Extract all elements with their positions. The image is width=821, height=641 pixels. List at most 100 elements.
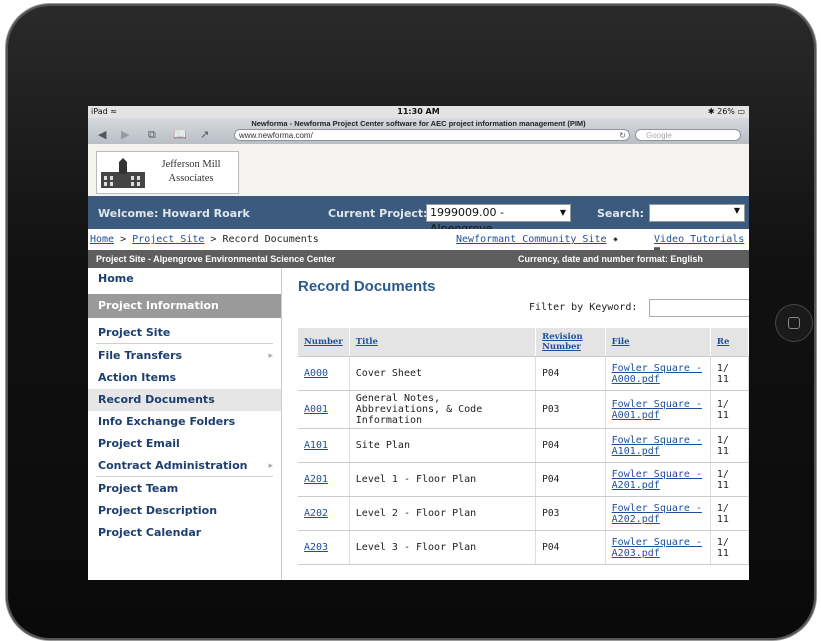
google-search-input[interactable]: Google [635, 129, 741, 141]
sidebar-item-home[interactable]: Home [88, 268, 281, 290]
cell-number: A202 [298, 496, 350, 531]
breadcrumb-project-site[interactable]: Project Site [132, 234, 204, 245]
current-project-label: Current Project: [328, 207, 428, 220]
cell-file: Fowler Square - A203.pdf [605, 530, 711, 565]
chevron-right-icon: ▸ [268, 461, 273, 471]
sidebar-item-project-calendar[interactable]: Project Calendar [88, 522, 281, 544]
documents-table: Number Title Revision Number File Re A00… [298, 328, 749, 565]
home-button[interactable] [775, 304, 813, 342]
cell-file: Fowler Square - A202.pdf [605, 496, 711, 531]
cell-title: Level 1 - Floor Plan [349, 462, 537, 497]
table-row: A203 Level 3 - Floor Plan P04 Fowler Squ… [298, 530, 749, 565]
file-link[interactable]: Fowler Square - A000.pdf [612, 363, 702, 385]
sidebar-item-info-exchange-folders[interactable]: Info Exchange Folders [88, 411, 281, 433]
cell-title: General Notes, Abbreviations, & Code Inf… [349, 390, 537, 429]
sidebar-item-file-transfers[interactable]: File Transfers ▸ [88, 345, 281, 367]
filter-keyword-input[interactable] [649, 299, 749, 317]
cell-revision: P04 [535, 530, 606, 565]
welcome-bar: Welcome: Howard Roark Current Project: 1… [88, 196, 749, 235]
col-received[interactable]: Re [710, 328, 749, 357]
mill-building-icon [101, 158, 145, 188]
battery-indicator: ✱ 26% ▭ [707, 107, 745, 116]
sidebar-item-project-team[interactable]: Project Team [88, 478, 281, 500]
cell-title: Level 2 - Floor Plan [349, 496, 537, 531]
sidebar-item-action-items[interactable]: Action Items [88, 367, 281, 389]
page-title: Newforma - Newforma Project Center softw… [251, 119, 586, 128]
table-row: A201 Level 1 - Floor Plan P04 Fowler Squ… [298, 462, 749, 497]
breadcrumb-home[interactable]: Home [90, 234, 114, 245]
format-info: Currency, date and number format: Englis… [518, 254, 703, 264]
file-link[interactable]: Fowler Square - A202.pdf [612, 503, 702, 525]
cell-revision: P04 [535, 462, 606, 497]
cell-received: 1/ 11 [710, 356, 749, 391]
pages-icon[interactable]: ⧉ [148, 129, 156, 141]
sidebar-section-project-information: Project Information [88, 294, 281, 318]
filter-label: Filter by Keyword: [529, 302, 638, 313]
document-number-link[interactable]: A000 [304, 368, 328, 379]
battery-icon: ▭ [737, 107, 745, 116]
table-row: A202 Level 2 - Floor Plan P03 Fowler Squ… [298, 496, 749, 531]
bluetooth-icon: ✱ [707, 107, 715, 116]
back-icon[interactable]: ◀ [98, 129, 106, 141]
cell-file: Fowler Square - A201.pdf [605, 462, 711, 497]
table-header-row: Number Title Revision Number File Re [298, 328, 749, 357]
cell-revision: P03 [535, 390, 606, 429]
sidebar: Home Project Information Project Site Fi… [88, 268, 282, 580]
cell-number: A101 [298, 428, 350, 463]
sidebar-item-project-description[interactable]: Project Description [88, 500, 281, 522]
ipad-screen: iPad ≈ 11:30 AM ✱ 26% ▭ Newforma - Newfo… [88, 106, 749, 580]
bookmarks-icon[interactable]: 📖 [173, 129, 187, 141]
community-site-link-wrap: Newformant Community Site ✷ [456, 234, 619, 245]
chevron-down-icon: ▼ [559, 208, 566, 217]
file-link[interactable]: Fowler Square - A001.pdf [612, 399, 702, 421]
chevron-right-icon: ▸ [268, 351, 273, 361]
cell-received: 1/ 11 [710, 462, 749, 497]
document-number-link[interactable]: A201 [304, 474, 328, 485]
cell-number: A203 [298, 530, 350, 565]
browser-chrome: Newforma - Newforma Project Center softw… [88, 118, 749, 145]
url-field[interactable]: www.newforma.com/↻ [234, 129, 630, 141]
reload-icon[interactable]: ↻ [619, 130, 626, 142]
logo-text: Jefferson Mill Associates [161, 159, 221, 184]
document-number-link[interactable]: A101 [304, 440, 328, 451]
col-number[interactable]: Number [298, 328, 350, 357]
document-number-link[interactable]: A203 [304, 542, 328, 553]
cell-received: 1/ 11 [710, 496, 749, 531]
table-row: A000 Cover Sheet P04 Fowler Square - A00… [298, 356, 749, 391]
project-site-title: Project Site - Alpengrove Environmental … [96, 254, 336, 264]
main-content: Record Documents Filter by Keyword: Numb… [282, 268, 749, 580]
cell-number: A000 [298, 356, 350, 391]
sidebar-item-contract-administration[interactable]: Contract Administration ▸ [88, 455, 281, 477]
page-heading: Record Documents [298, 278, 436, 295]
status-bar: iPad ≈ 11:30 AM ✱ 26% ▭ [88, 106, 749, 118]
sidebar-item-record-documents[interactable]: Record Documents [88, 389, 281, 411]
search-label: Search: [597, 207, 644, 220]
project-site-bar: Project Site - Alpengrove Environmental … [88, 250, 749, 268]
sidebar-item-project-email[interactable]: Project Email [88, 433, 281, 455]
share-icon[interactable]: ↗ [200, 129, 209, 141]
file-link[interactable]: Fowler Square - A101.pdf [612, 435, 702, 457]
video-tutorials-link[interactable]: Video Tutorials [654, 234, 744, 245]
sidebar-divider [96, 343, 273, 344]
document-number-link[interactable]: A001 [304, 404, 328, 415]
project-select[interactable]: 1999009.00 - Alpengrove▼ [426, 204, 571, 235]
col-revision-number[interactable]: Revision Number [535, 328, 606, 357]
file-link[interactable]: Fowler Square - A203.pdf [612, 537, 702, 559]
file-link[interactable]: Fowler Square - A201.pdf [612, 469, 702, 491]
search-select[interactable]: ▼ [649, 204, 745, 222]
community-site-link[interactable]: Newformant Community Site [456, 234, 607, 245]
col-title[interactable]: Title [349, 328, 537, 357]
sidebar-item-project-site[interactable]: Project Site [88, 322, 281, 344]
forward-icon[interactable]: ▶ [121, 129, 129, 141]
cell-revision: P03 [535, 496, 606, 531]
clock: 11:30 AM [397, 107, 440, 116]
cell-revision: P04 [535, 356, 606, 391]
breadcrumb: Home > Project Site > Record Documents [90, 234, 319, 245]
company-logo[interactable]: Jefferson Mill Associates [96, 151, 239, 194]
cell-title: Level 3 - Floor Plan [349, 530, 537, 565]
welcome-text: Welcome: Howard Roark [98, 207, 250, 220]
document-number-link[interactable]: A202 [304, 508, 328, 519]
cell-number: A001 [298, 390, 350, 429]
cell-number: A201 [298, 462, 350, 497]
col-file[interactable]: File [605, 328, 711, 357]
